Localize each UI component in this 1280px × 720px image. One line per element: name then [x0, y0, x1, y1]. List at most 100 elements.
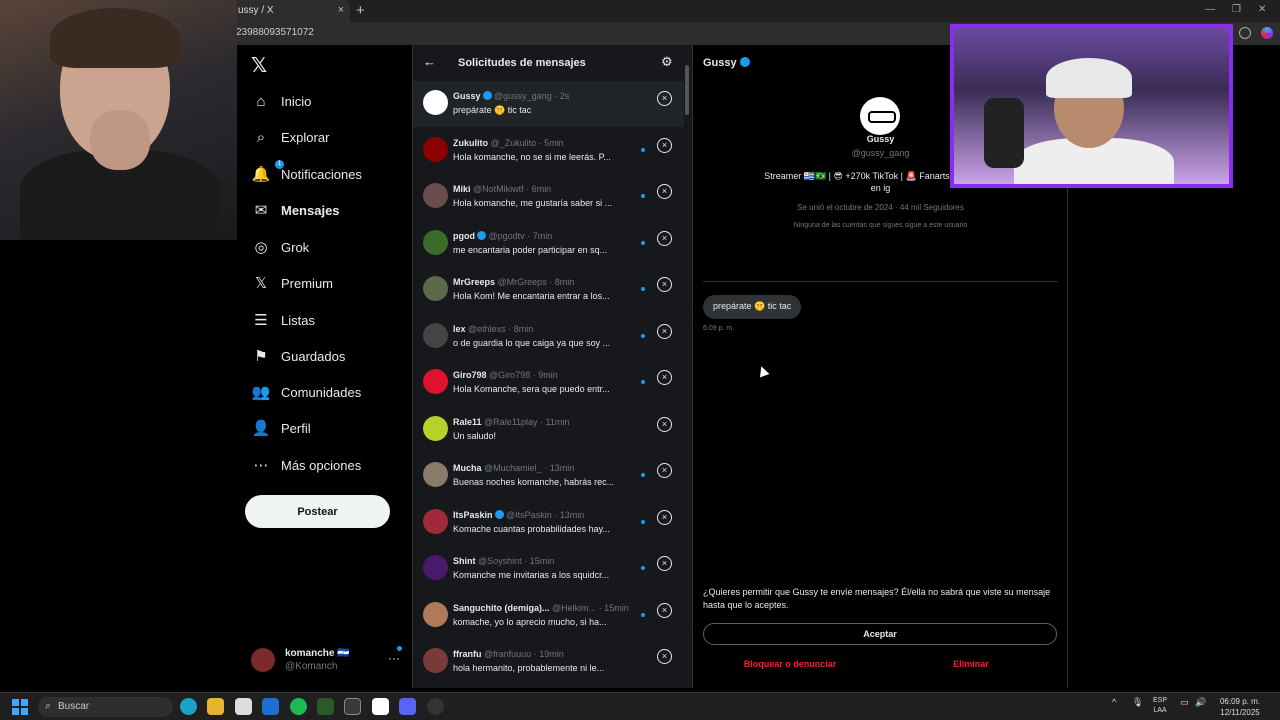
- maximize-icon[interactable]: ❐: [1232, 4, 1241, 15]
- sidebar-item-perfil[interactable]: 👤 Perfil: [251, 416, 311, 440]
- block-report-button[interactable]: Bloquear o denunciar: [703, 653, 877, 675]
- sidebar-item-premium[interactable]: 𝕏 Premium: [251, 271, 333, 295]
- avatar[interactable]: [423, 415, 448, 441]
- close-icon[interactable]: ×: [657, 602, 672, 618]
- sidebar-item-comunidades[interactable]: 👥 Comunidades: [251, 380, 362, 404]
- tab-close-icon[interactable]: ×: [338, 4, 344, 16]
- close-icon[interactable]: ×: [657, 509, 672, 525]
- taskbar-search[interactable]: ⌕ Buscar: [38, 697, 173, 717]
- message-bubble[interactable]: prepárate 🤫 tic tac: [703, 295, 802, 319]
- list-item[interactable]: ItsPaskin @ItsPaskin · 13min Komache cuan…: [413, 500, 684, 546]
- capcut-icon[interactable]: [372, 698, 389, 715]
- microphone-tray-icon[interactable]: 🎙: [1132, 697, 1143, 708]
- url-text[interactable]: 23988093571072: [236, 27, 314, 38]
- sender-handle: @gussy_gang: [494, 91, 552, 101]
- sidebar-item-explorar[interactable]: ⌕ Explorar: [251, 125, 330, 149]
- close-icon[interactable]: ×: [657, 556, 672, 571]
- avatar[interactable]: [423, 229, 448, 255]
- close-icon[interactable]: ×: [657, 416, 672, 432]
- gear-icon[interactable]: ⚙: [661, 54, 673, 70]
- more-options-icon: ⋯: [253, 457, 269, 474]
- message-time: · 13min: [554, 509, 585, 520]
- scrollbar-thumb[interactable]: [685, 65, 689, 115]
- sender-line: ffranfu @franfuuuu · 19min: [453, 649, 564, 659]
- close-icon[interactable]: ×: [657, 230, 672, 246]
- post-button[interactable]: Postear: [245, 495, 390, 528]
- list-item[interactable]: Giro798 @Giro798 · 9min Hola Komanche, se…: [413, 360, 684, 406]
- accept-button[interactable]: Aceptar: [703, 623, 1057, 645]
- avatar[interactable]: [423, 601, 448, 627]
- avatar[interactable]: [423, 462, 448, 487]
- sender-handle: @Soyshint: [478, 556, 522, 566]
- close-icon[interactable]: ×: [657, 323, 672, 339]
- sidebar-nav: 𝕏 ⌂ Inicio ⌕ Explorar 🔔 1 Notificaciones…: [237, 45, 412, 688]
- volume-icon[interactable]: 🔊: [1195, 697, 1206, 708]
- 4k-downloader-icon[interactable]: [427, 698, 444, 715]
- list-item[interactable]: Gussy @gussy_gang · 2s prepárate 🤫 tic ta…: [413, 81, 684, 127]
- sidebar-item-grok[interactable]: ◎ Grok: [251, 235, 309, 259]
- avatar[interactable]: [423, 369, 448, 394]
- taskbar-clock[interactable]: 06:09 p. m. 12/11/2025: [1218, 696, 1262, 718]
- discord-icon[interactable]: [399, 698, 416, 715]
- avatar[interactable]: [423, 90, 448, 115]
- list-item[interactable]: Mucha @Muchamiel_ · 13min Buenas noches k…: [413, 453, 684, 499]
- minimize-icon[interactable]: —: [1205, 4, 1215, 15]
- back-arrow-icon[interactable]: ←: [423, 54, 436, 69]
- avatar[interactable]: [423, 136, 448, 162]
- new-tab-button[interactable]: +: [356, 2, 365, 19]
- excel-icon[interactable]: [317, 698, 334, 715]
- edge-icon[interactable]: [180, 698, 197, 715]
- windows-start-icon[interactable]: [12, 699, 28, 715]
- list-item[interactable]: Rale11 @Rale11play · 11min Un saludo! ×: [413, 407, 684, 453]
- extension-icon[interactable]: [1239, 27, 1251, 39]
- list-item[interactable]: Miki @NotMikiwtf · 6min Hola komanche, me…: [413, 174, 684, 220]
- copilot-icon[interactable]: [1261, 27, 1273, 39]
- outlook-icon[interactable]: [262, 698, 279, 715]
- sidebar-item-listas[interactable]: ☰ Listas: [251, 308, 315, 332]
- close-icon[interactable]: ×: [657, 463, 672, 478]
- sidebar-item-mensajes[interactable]: ✉ Mensajes: [251, 198, 340, 222]
- close-window-icon[interactable]: ✕: [1258, 4, 1266, 15]
- delete-button[interactable]: Eliminar: [885, 653, 1057, 675]
- network-icon[interactable]: ▭: [1180, 697, 1189, 708]
- avatar[interactable]: [423, 276, 448, 301]
- list-item[interactable]: Sanguchito (demiga)... @Helkim... · 15mi…: [413, 593, 684, 639]
- list-item[interactable]: Zukulito @_Zukulito · 5min Hola komanche,…: [413, 128, 684, 174]
- list-item[interactable]: lex @ethlexs · 8min o de guardia lo que c…: [413, 314, 684, 360]
- browser-tab[interactable]: ussy / X ×: [228, 0, 350, 22]
- avatar[interactable]: [423, 555, 448, 580]
- close-icon[interactable]: ×: [657, 184, 672, 199]
- sidebar-item-inicio[interactable]: ⌂ Inicio: [251, 89, 311, 113]
- language-indicator[interactable]: ESP LAA: [1150, 696, 1170, 716]
- sidebar-item-mas-opciones[interactable]: ⋯ Más opciones: [251, 453, 362, 477]
- scrollbar[interactable]: [684, 55, 690, 685]
- list-item[interactable]: ffranfu @franfuuuu · 19min hola hermanito…: [413, 639, 684, 685]
- spotify-icon[interactable]: [290, 698, 307, 715]
- obs-icon[interactable]: [344, 698, 361, 715]
- store-icon[interactable]: [235, 698, 252, 715]
- avatar[interactable]: [423, 322, 448, 348]
- sender-line: MrGreeps @MrGreeps · 8min: [453, 277, 574, 287]
- follow-note: Ninguna de las cuentas que sigues sigue …: [793, 222, 968, 229]
- avatar[interactable]: [423, 508, 448, 534]
- webcam-overlay-right: [950, 24, 1233, 188]
- account-switcher[interactable]: komanche 🇸🇻 @Komanch ···: [251, 643, 402, 677]
- close-icon[interactable]: ×: [657, 649, 672, 664]
- close-icon[interactable]: ×: [657, 370, 672, 385]
- avatar[interactable]: [423, 648, 448, 673]
- more-icon[interactable]: ···: [388, 651, 400, 665]
- x-logo-icon[interactable]: 𝕏: [251, 53, 267, 78]
- list-item[interactable]: MrGreeps @MrGreeps · 8min Hola Kom! Me en…: [413, 267, 684, 313]
- tray-overflow-icon[interactable]: ^: [1112, 697, 1116, 707]
- avatar[interactable]: [860, 97, 900, 135]
- close-icon[interactable]: ×: [657, 91, 672, 106]
- list-item[interactable]: pgod @pgodtv · 7min me encantaria poder p…: [413, 221, 684, 267]
- close-icon[interactable]: ×: [657, 137, 672, 153]
- file-explorer-icon[interactable]: [207, 698, 224, 715]
- avatar[interactable]: [423, 183, 448, 208]
- sidebar-item-notificaciones[interactable]: 🔔 1 Notificaciones: [251, 160, 362, 186]
- close-icon[interactable]: ×: [657, 277, 672, 292]
- sidebar-item-guardados[interactable]: ⚑ Guardados: [251, 344, 345, 368]
- list-item[interactable]: Shint @Soyshint · 15min Komanche me invit…: [413, 546, 684, 592]
- message-timestamp: 6:09 p. m.: [703, 325, 735, 332]
